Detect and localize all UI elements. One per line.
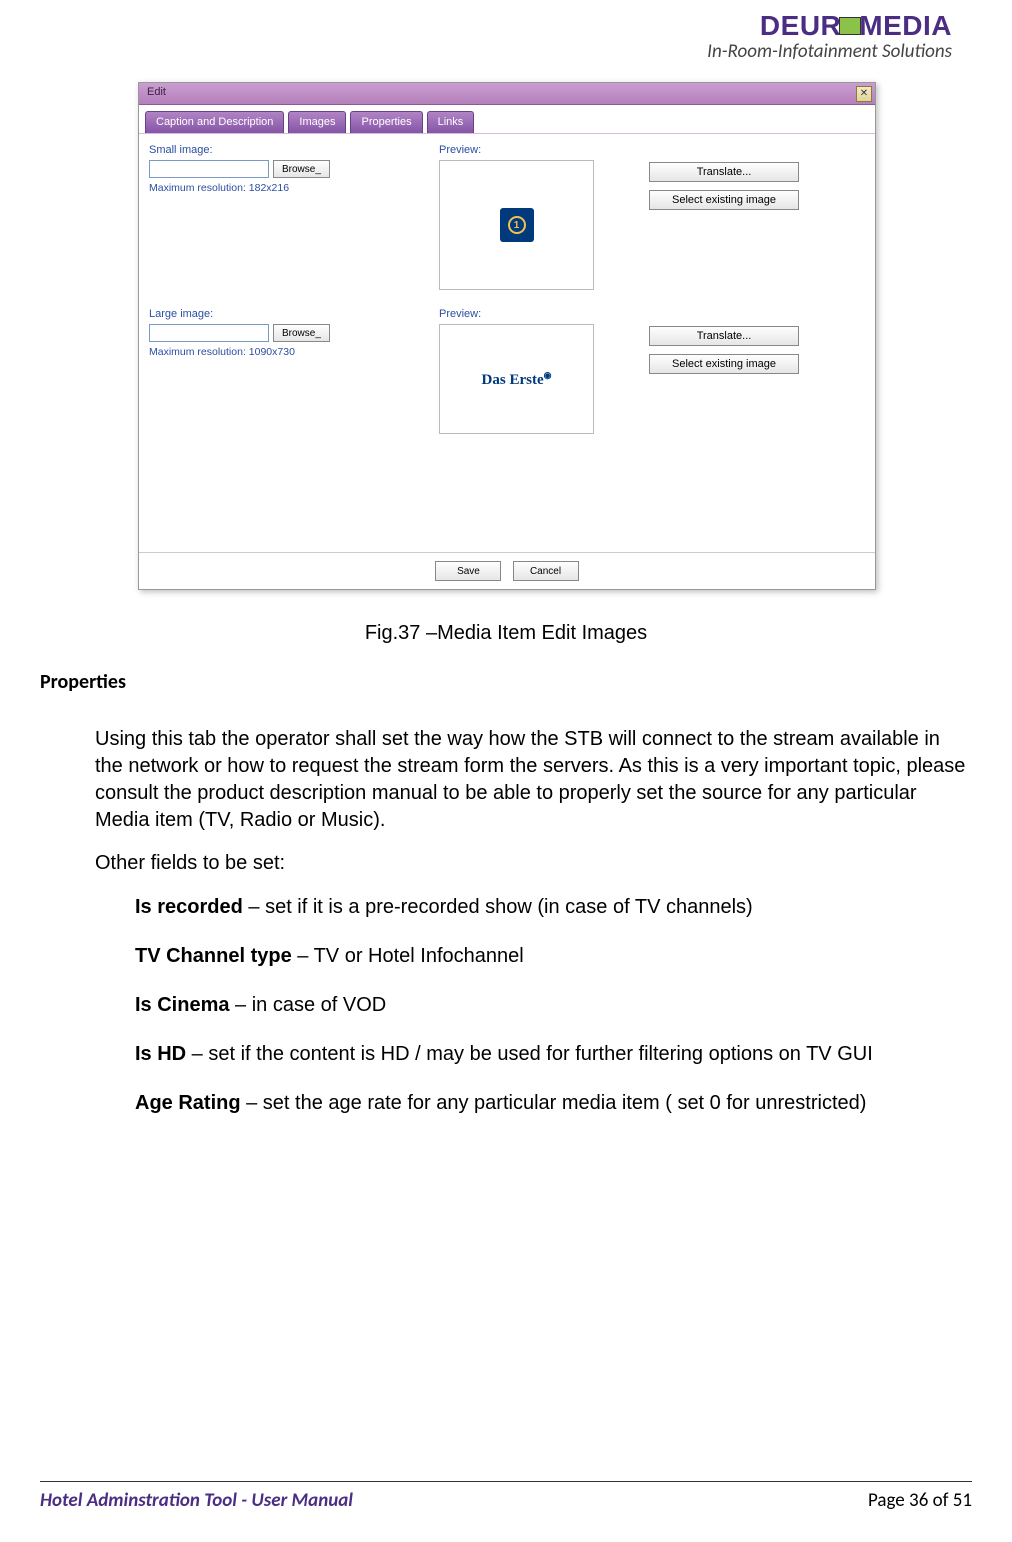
edit-dialog: Edit ✕ Caption and Description Images Pr… (138, 82, 876, 590)
dialog-footer: Save Cancel (139, 552, 875, 589)
large-preview-box: Das Erste◉ (439, 324, 594, 434)
brand-tagline: In-Room-Infotainment Solutions (707, 40, 952, 63)
tab-images[interactable]: Images (288, 111, 346, 133)
large-image-row: Large image: Browse_ Maximum resolution:… (149, 308, 865, 434)
dialog-title-text: Edit (147, 86, 166, 98)
small-image-resolution-note: Maximum resolution: 182x216 (149, 182, 439, 194)
brand-name: DEUR MEDIA (707, 10, 952, 42)
dialog-body: Small image: Browse_ Maximum resolution:… (139, 134, 875, 552)
select-existing-large-button[interactable]: Select existing image (649, 354, 799, 374)
tab-links[interactable]: Links (427, 111, 475, 133)
brand-suffix: MEDIA (859, 10, 952, 41)
das-erste-logo: Das Erste◉ (482, 370, 552, 389)
brand-logo: DEUR MEDIA In-Room-Infotainment Solutions (707, 10, 952, 63)
large-image-label: Large image: (149, 308, 439, 320)
dialog-titlebar: Edit ✕ (139, 83, 875, 105)
browse-large-button[interactable]: Browse_ (273, 324, 330, 342)
definition-list: Is recorded – set if it is a pre-recorde… (135, 894, 972, 1139)
def-age-rating: Age Rating – set the age rate for any pa… (135, 1090, 972, 1117)
section-heading-properties: Properties (40, 670, 126, 694)
paragraph-other-fields: Other fields to be set: (95, 850, 972, 877)
footer-page-number: Page 36 of 51 (868, 1489, 972, 1512)
small-image-row: Small image: Browse_ Maximum resolution:… (149, 144, 865, 290)
translate-small-button[interactable]: Translate... (649, 162, 799, 182)
def-is-hd: Is HD – set if the content is HD / may b… (135, 1041, 972, 1068)
close-icon[interactable]: ✕ (856, 86, 872, 102)
tab-properties[interactable]: Properties (350, 111, 422, 133)
translate-large-button[interactable]: Translate... (649, 326, 799, 346)
small-image-label: Small image: (149, 144, 439, 156)
footer-doc-title: Hotel Adminstration Tool - User Manual (40, 1489, 353, 1512)
tab-caption-description[interactable]: Caption and Description (145, 111, 284, 133)
cancel-button[interactable]: Cancel (513, 561, 579, 581)
footer-divider (40, 1481, 972, 1482)
brand-prefix: DEUR (760, 10, 841, 41)
def-tv-channel-type: TV Channel type – TV or Hotel Infochanne… (135, 943, 972, 970)
large-image-resolution-note: Maximum resolution: 1090x730 (149, 346, 439, 358)
large-image-path-input[interactable] (149, 324, 269, 342)
save-button[interactable]: Save (435, 561, 501, 581)
small-image-path-input[interactable] (149, 160, 269, 178)
preview-label-large: Preview: (439, 308, 629, 320)
paragraph-intro: Using this tab the operator shall set th… (95, 726, 972, 834)
one-circle-icon: 1 (508, 216, 526, 234)
logo-square-icon (839, 17, 861, 35)
def-is-cinema: Is Cinema – in case of VOD (135, 992, 972, 1019)
channel-logo-icon: 1 (500, 208, 534, 242)
browse-small-button[interactable]: Browse_ (273, 160, 330, 178)
tab-bar: Caption and Description Images Propertie… (139, 105, 875, 134)
def-is-recorded: Is recorded – set if it is a pre-recorde… (135, 894, 972, 921)
select-existing-small-button[interactable]: Select existing image (649, 190, 799, 210)
figure-caption: Fig.37 –Media Item Edit Images (0, 622, 1012, 645)
preview-label-small: Preview: (439, 144, 629, 156)
small-preview-box: 1 (439, 160, 594, 290)
